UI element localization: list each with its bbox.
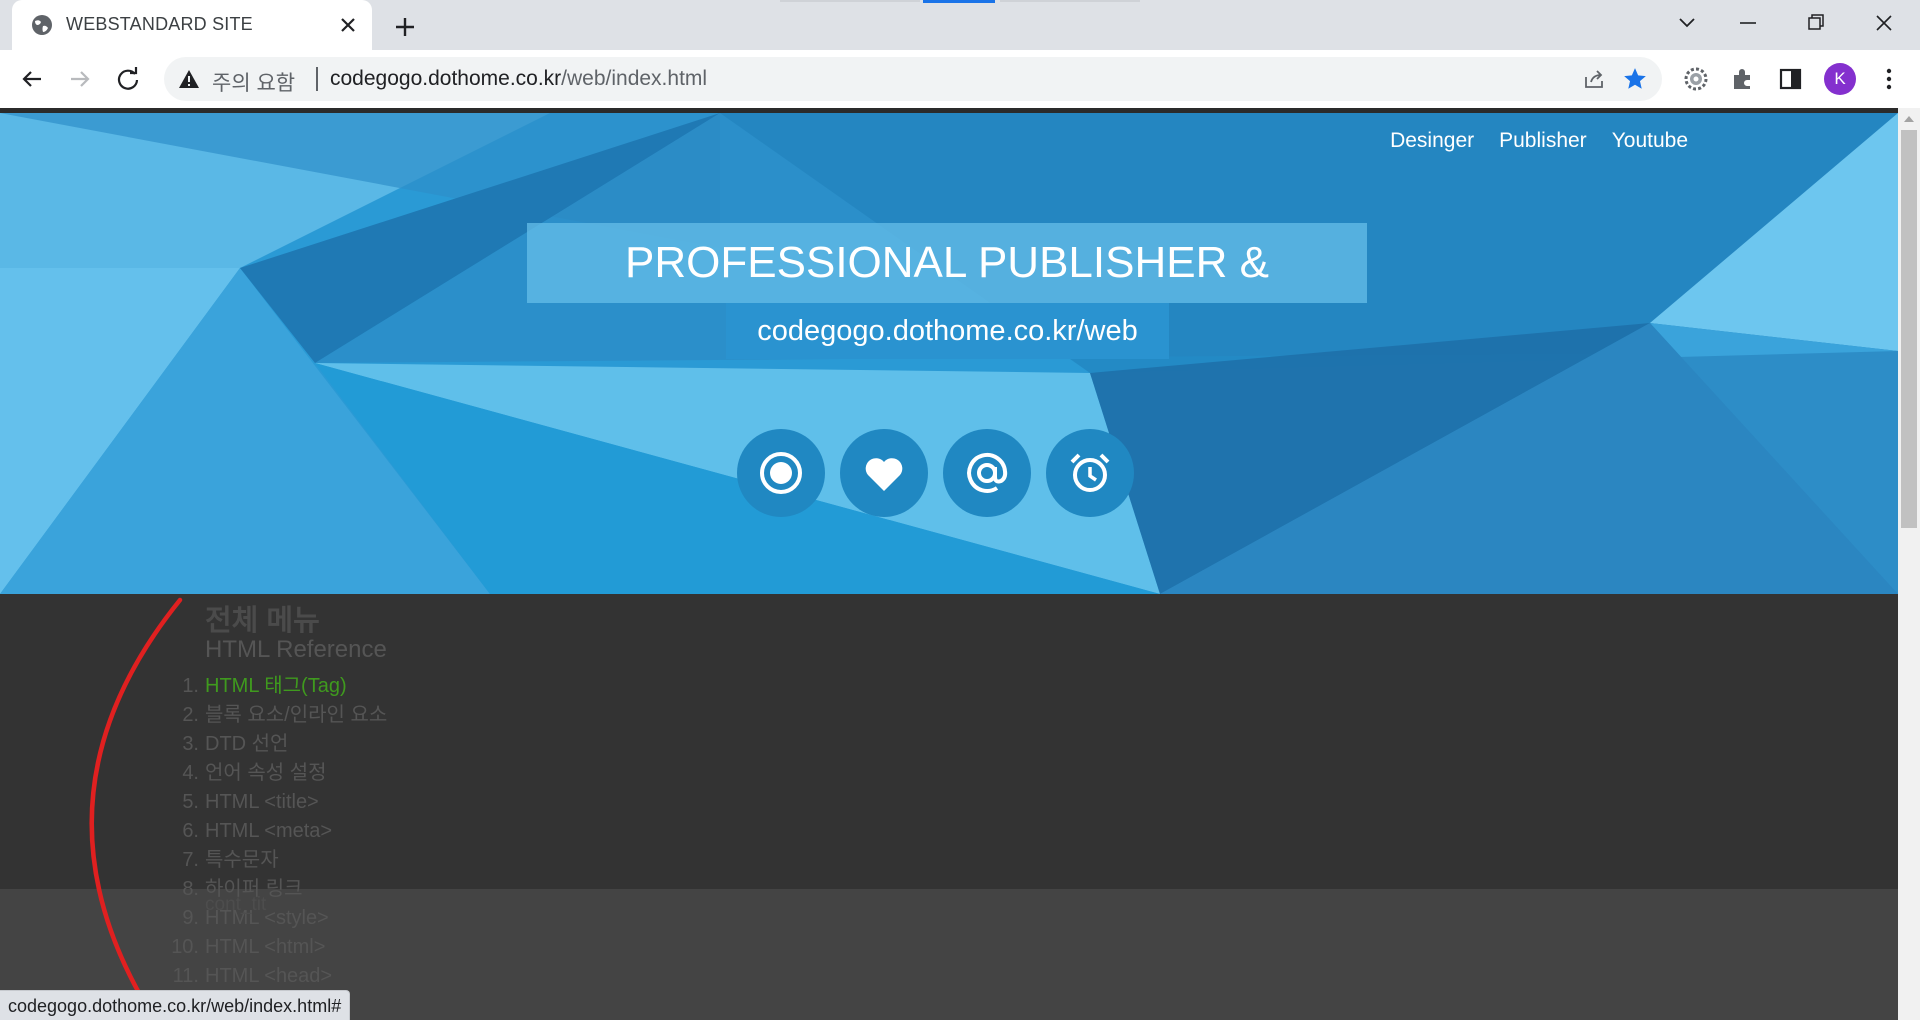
top-nav: Desinger Publisher Youtube (1390, 129, 1688, 153)
url-host: codegogo.dothome.co.kr (330, 67, 562, 90)
browser-tab[interactable]: WEBSTANDARD SITE (12, 0, 372, 50)
heart-icon (865, 458, 903, 491)
hero-banner: Desinger Publisher Youtube PROFESSIONAL … (0, 113, 1898, 594)
circle-button-target[interactable] (737, 429, 825, 517)
page-scrollbar[interactable] (1898, 108, 1920, 1020)
menu-item[interactable]: 4. 언어 속성 설정 (182, 759, 387, 788)
globe-icon (32, 15, 52, 35)
security-status-label[interactable]: 주의 요함 (212, 67, 295, 97)
reference-title: HTML Reference (205, 636, 387, 663)
menu-item[interactable]: 7. 특수문자 (182, 846, 387, 875)
nav-link-designer[interactable]: Desinger (1390, 129, 1474, 153)
omnibox-separator (316, 67, 318, 91)
cont-tit-label: cont_tit (205, 894, 267, 915)
menu-title: 전체 메뉴 (205, 605, 320, 637)
menu-item[interactable]: 3. DTD 선언 (182, 730, 387, 759)
forward-arrow-icon[interactable] (64, 63, 96, 95)
reference-menu-list: 1. HTML 태그(Tag) 2. 블록 요소/인라인 요소 3. DTD 선언 4… (171, 672, 387, 991)
tab-search-chevron-icon[interactable] (1669, 8, 1705, 38)
circle-button-heart[interactable] (840, 429, 928, 517)
puzzle-piece-icon[interactable] (1730, 66, 1756, 92)
link-status-bubble: codegogo.dothome.co.kr/web/index.html# (0, 990, 351, 1020)
bookmark-star-icon[interactable] (1622, 66, 1648, 92)
menu-item[interactable]: 1. HTML 태그(Tag) (182, 672, 387, 701)
content-area: 전체 메뉴 HTML Reference 1. HTML 태그(Tag) 2. 블록… (0, 594, 1898, 1020)
tab-divider (1000, 0, 1140, 2)
profile-avatar[interactable]: K (1824, 63, 1856, 95)
address-bar[interactable]: 주의 요함 codegogo.dothome.co.kr/web/index.h… (164, 57, 1662, 101)
alarm-clock-icon (1070, 453, 1110, 492)
tab-divider (780, 0, 920, 2)
menu-item[interactable]: 6. HTML <meta> (182, 817, 387, 846)
browser-toolbar: 주의 요함 codegogo.dothome.co.kr/web/index.h… (0, 50, 1920, 108)
warning-triangle-icon[interactable] (178, 68, 200, 90)
at-sign-icon (967, 453, 1008, 493)
menu-item[interactable]: 2. 블록 요소/인라인 요소 (182, 701, 387, 730)
minimize-icon[interactable] (1730, 8, 1766, 38)
scroll-up-arrow-icon[interactable] (1904, 116, 1914, 122)
hero-title: PROFESSIONAL PUBLISHER & DESIGNER (527, 223, 1367, 367)
scrollbar-thumb[interactable] (1901, 130, 1917, 528)
close-icon[interactable] (336, 13, 360, 37)
side-panel-icon[interactable] (1778, 66, 1804, 92)
circle-button-at[interactable] (943, 429, 1031, 517)
close-window-icon[interactable] (1866, 8, 1902, 38)
reload-icon[interactable] (112, 63, 144, 95)
tab-strip: WEBSTANDARD SITE (0, 0, 1920, 50)
menu-item[interactable]: 10. HTML <html> (171, 933, 387, 962)
url-text[interactable]: codegogo.dothome.co.kr/web/index.html (330, 67, 707, 91)
menu-item[interactable]: 11. HTML <head> (173, 962, 387, 991)
url-path: /web/index.html (561, 67, 708, 90)
menu-item[interactable]: 5. HTML <title> (182, 788, 387, 817)
nav-link-publisher[interactable]: Publisher (1499, 129, 1587, 153)
target-icon (760, 452, 802, 494)
hero-subtitle: codegogo.dothome.co.kr/web (726, 303, 1169, 359)
circle-button-alarm[interactable] (1046, 429, 1134, 517)
more-vertical-icon[interactable] (1876, 66, 1902, 92)
restore-icon[interactable] (1797, 8, 1833, 38)
tab-title: WEBSTANDARD SITE (66, 14, 253, 34)
extension-gear-icon[interactable] (1683, 66, 1709, 92)
share-icon[interactable] (1582, 67, 1606, 91)
nav-link-youtube[interactable]: Youtube (1612, 129, 1688, 153)
new-tab-plus-icon[interactable] (390, 12, 420, 42)
back-arrow-icon[interactable] (16, 63, 48, 95)
red-annotation-arc (89, 597, 183, 1015)
page-viewport: Desinger Publisher Youtube PROFESSIONAL … (0, 108, 1898, 1020)
tab-loading-indicator (923, 0, 995, 3)
